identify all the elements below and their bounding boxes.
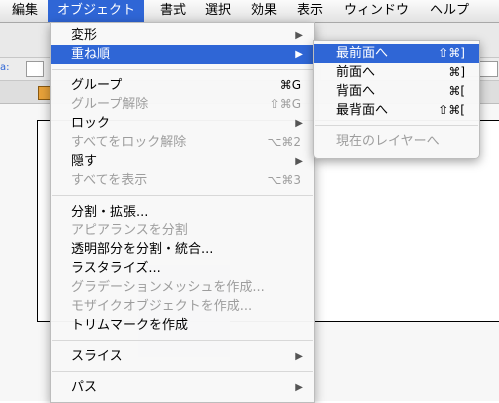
arrange-submenu: 最前面へ ⇧⌘] 前面へ ⌘] 背面へ ⌘[ 最背面へ ⇧⌘[ 現在のレイヤーへ [313, 40, 480, 159]
menu-item-show-all: すべてを表示 ⌥⌘3 [51, 171, 314, 190]
menu-item-shortcut: ⇧⌘[ [438, 103, 465, 117]
submenu-item-send-to-back[interactable]: 最背面へ ⇧⌘[ [314, 101, 479, 120]
menu-window[interactable]: ウィンドウ [344, 0, 409, 22]
menu-item-ungroup: グループ解除 ⇧⌘G [51, 95, 314, 114]
menu-item-label: スライス [71, 349, 123, 364]
menu-item-shortcut: ⌘[ [448, 84, 465, 98]
menu-separator [315, 125, 478, 126]
menu-item-label: パス [71, 380, 98, 395]
menu-item-label: すべてを表示 [71, 173, 148, 188]
menu-item-create-trim-marks[interactable]: トリムマークを作成 [51, 316, 314, 335]
menu-item-label: アピアランスを分割 [71, 223, 188, 238]
menu-type[interactable]: 書式 [160, 0, 186, 22]
menu-item-label: 背面へ [336, 84, 376, 99]
menu-edit[interactable]: 編集 [12, 0, 38, 22]
menu-item-shortcut: ⇧⌘G [269, 97, 301, 111]
menu-view[interactable]: 表示 [297, 0, 323, 22]
menu-item-label: すべてをロック解除 [71, 135, 187, 150]
menu-item-shortcut: ⌥⌘3 [267, 173, 301, 187]
menu-item-label: モザイクオブジェクトを作成... [71, 299, 253, 314]
menu-item-lock[interactable]: ロック ▶ [51, 114, 314, 133]
menu-help[interactable]: ヘルプ [430, 0, 469, 22]
menu-item-group[interactable]: グループ ⌘G [51, 76, 314, 95]
triangle-right-icon: ▶ [295, 382, 303, 393]
menu-item-label: 最背面へ [336, 103, 389, 118]
object-menu: 変形 ▶ 重ね順 ▶ グループ ⌘G グループ解除 ⇧⌘G ロック ▶ すべてを… [50, 22, 315, 403]
menu-item-shortcut: ⌥⌘2 [267, 135, 301, 149]
menu-item-hide[interactable]: 隠す ▶ [51, 152, 314, 171]
menu-item-path[interactable]: パス ▶ [51, 378, 314, 397]
menu-item-rasterize[interactable]: ラスタライズ... [51, 259, 314, 278]
menu-item-label: グラデーションメッシュを作成... [71, 280, 265, 295]
menu-item-label: ラスタライズ... [71, 261, 161, 276]
triangle-right-icon: ▶ [295, 118, 303, 129]
menu-effect[interactable]: 効果 [251, 0, 277, 22]
submenu-item-send-to-current-layer: 現在のレイヤーへ [314, 132, 479, 151]
menu-object[interactable]: オブジェクト [48, 0, 145, 22]
menu-separator [52, 340, 313, 341]
menu-item-unlock-all: すべてをロック解除 ⌥⌘2 [51, 133, 314, 152]
menu-separator [52, 195, 313, 196]
menu-select[interactable]: 選択 [205, 0, 231, 22]
control-label: a: [0, 62, 10, 73]
menu-item-create-gradient-mesh: グラデーションメッシュを作成... [51, 278, 314, 297]
submenu-item-bring-forward[interactable]: 前面へ ⌘] [314, 63, 479, 82]
triangle-right-icon: ▶ [295, 30, 303, 41]
menu-separator [52, 69, 313, 70]
submenu-item-bring-to-front[interactable]: 最前面へ ⇧⌘] [314, 44, 479, 63]
menu-item-arrange[interactable]: 重ね順 ▶ [51, 45, 314, 64]
menu-item-label: ロック [71, 116, 111, 131]
menu-item-shortcut: ⇧⌘] [438, 46, 465, 60]
menu-item-label: 隠す [71, 154, 98, 169]
menu-item-label: 変形 [71, 28, 98, 43]
menu-separator [52, 371, 313, 372]
menu-item-shortcut: ⌘] [448, 65, 465, 79]
menu-item-expand-appearance: アピアランスを分割 [51, 221, 314, 240]
menu-item-label: 最前面へ [336, 46, 389, 61]
menu-item-slice[interactable]: スライス ▶ [51, 347, 314, 366]
menu-item-label: 分割・拡張... [71, 205, 149, 220]
triangle-right-icon: ▶ [295, 351, 303, 362]
menu-item-label: グループ解除 [71, 97, 149, 112]
submenu-item-send-backward[interactable]: 背面へ ⌘[ [314, 82, 479, 101]
menu-item-create-object-mosaic: モザイクオブジェクトを作成... [51, 297, 314, 316]
control-field[interactable] [26, 61, 44, 77]
menu-item-shortcut: ⌘G [279, 78, 301, 92]
menu-item-expand[interactable]: 分割・拡張... [51, 203, 314, 222]
menu-item-label: グループ [71, 78, 123, 93]
menu-item-flatten-transparency[interactable]: 透明部分を分割・統合... [51, 240, 314, 259]
menu-item-label: 前面へ [336, 65, 376, 80]
menu-item-label: トリムマークを作成 [71, 318, 189, 333]
menu-item-transform[interactable]: 変形 ▶ [51, 26, 314, 45]
menu-item-label: 現在のレイヤーへ [336, 134, 440, 149]
menu-item-label: 透明部分を分割・統合... [71, 242, 214, 257]
triangle-right-icon: ▶ [295, 49, 303, 60]
menu-item-label: 重ね順 [71, 47, 111, 62]
triangle-right-icon: ▶ [295, 156, 303, 167]
menu-bar: 編集 オブジェクト 書式 選択 効果 表示 ウィンドウ ヘルプ [0, 0, 499, 23]
